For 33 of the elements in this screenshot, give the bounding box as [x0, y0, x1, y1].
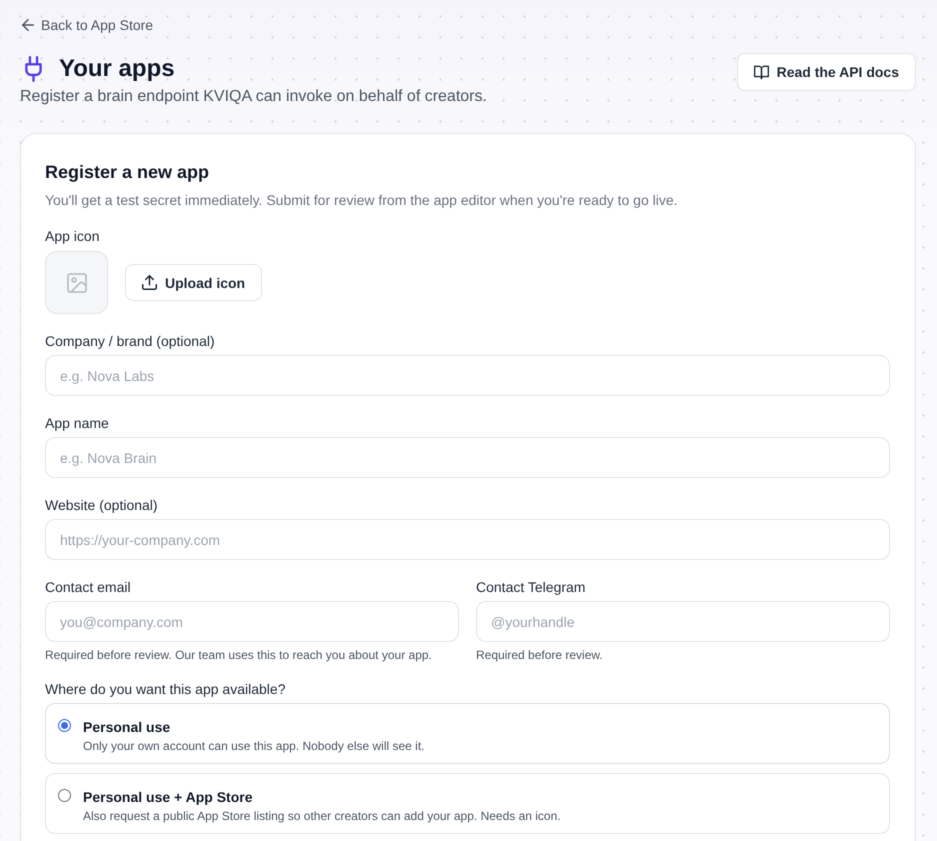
api-docs-button[interactable]: Read the API docs: [736, 53, 916, 91]
plug-icon: [25, 56, 42, 82]
option-title: Personal use: [83, 718, 172, 737]
field-label: Company / brand (optional): [45, 332, 216, 351]
option-card[interactable]: Personal use + App Store Also request a public App Store listing so other creators can add your app. Needs an icon.: [45, 773, 890, 834]
page-title: Your apps: [59, 54, 175, 84]
help-text: Required before review.: [476, 647, 604, 663]
input-field[interactable]: https://your-company.com: [45, 519, 890, 560]
field-label: Contact Telegram: [476, 578, 586, 597]
field-label: Contact email: [45, 578, 132, 597]
input-field[interactable]: you@company.com: [45, 601, 459, 642]
input-field[interactable]: e.g. Nova Labs: [45, 355, 890, 396]
option-title: Personal use + App Store: [83, 788, 254, 807]
form-title: Register a new app: [45, 161, 210, 184]
help-text: Required before review. Our team uses this to reach you about your app.: [45, 647, 433, 663]
upload-button[interactable]: Upload icon: [125, 264, 262, 301]
input-field[interactable]: e.g. Nova Brain: [45, 437, 890, 478]
field-label: App icon: [45, 227, 100, 246]
back-link[interactable]: Back to App Store: [22, 15, 154, 35]
image-icon: [66, 272, 86, 292]
option-description: Also request a public App Store listing so other creators can add your app. Needs an icon.: [83, 808, 561, 824]
book-icon: [754, 64, 769, 80]
input-field[interactable]: @yourhandle: [476, 601, 890, 642]
field-label: App name: [45, 414, 110, 433]
page-subtitle: Register a brain endpoint KVIQA can invoke on behalf of creators.: [20, 87, 487, 107]
radio-button[interactable]: [58, 719, 71, 732]
option-card[interactable]: Personal use Only your own account can use this app. Nobody else will see it.: [45, 703, 890, 764]
radio-button[interactable]: [58, 789, 71, 802]
option-description: Only your own account can use this app. Nobody else will see it.: [83, 738, 425, 754]
form-description: You'll get a test secret immediately. Submit for review from the app editor when you're ready to go live.: [45, 191, 679, 210]
field-label: Website (optional): [45, 496, 159, 515]
upload-icon: [142, 275, 157, 290]
field-label: Where do you want this app available?: [45, 680, 286, 699]
